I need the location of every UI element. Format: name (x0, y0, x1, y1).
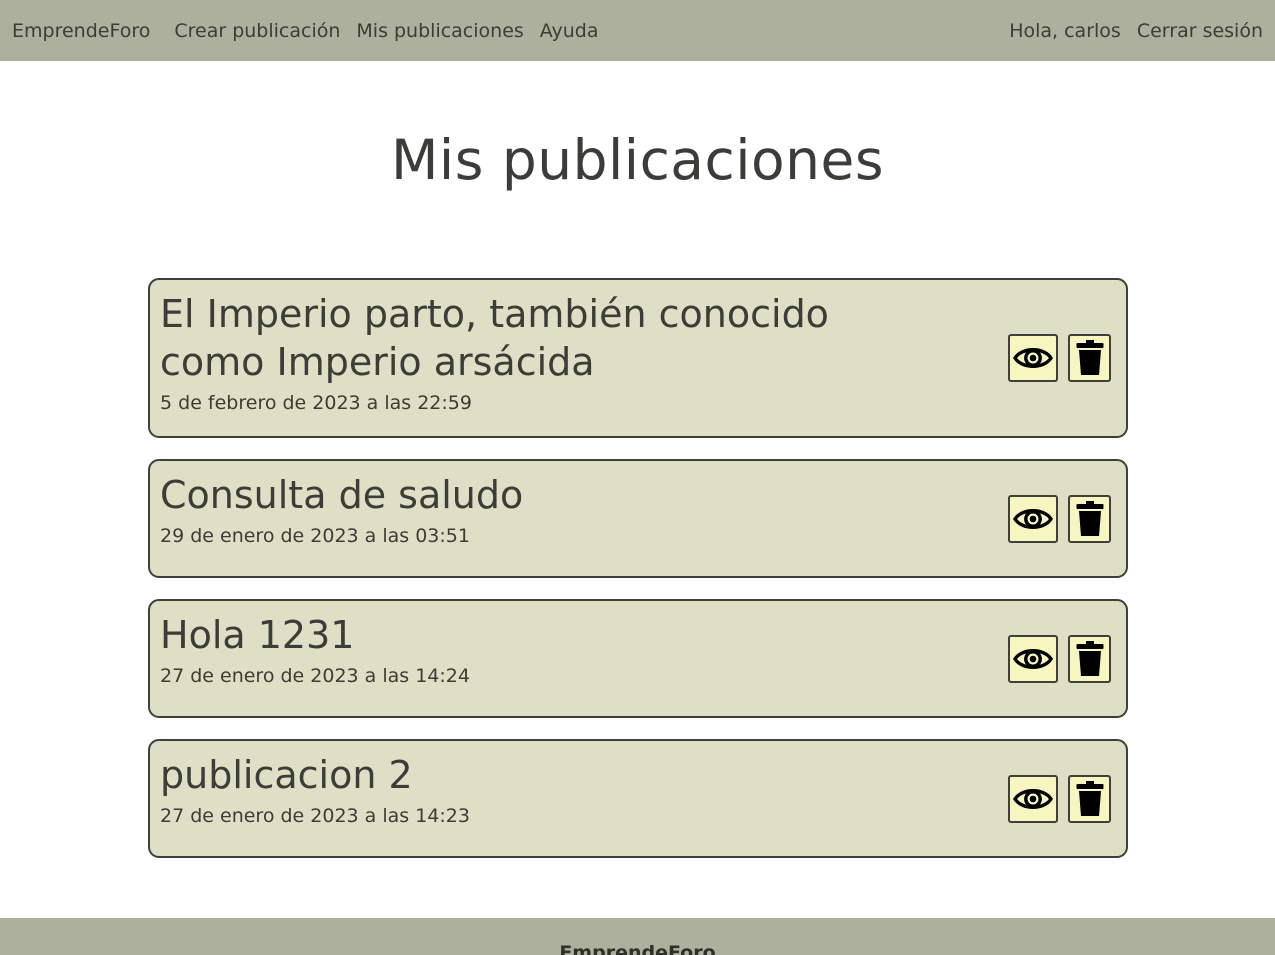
post-title: Hola 1231 (160, 613, 355, 657)
view-post-button[interactable] (1008, 494, 1058, 543)
trash-icon (1076, 340, 1103, 375)
eye-icon (1013, 508, 1053, 529)
nav-create-post[interactable]: Crear publicación (174, 20, 340, 42)
trash-icon (1076, 640, 1103, 676)
page-title: Mis publicaciones (390, 128, 885, 192)
nav-my-posts[interactable]: Mis publicaciones (356, 20, 523, 42)
post-date: 27 de enero de 2023 a las 14:24 (160, 665, 470, 687)
nav-help[interactable]: Ayuda (540, 20, 599, 42)
post-title: Consulta de saludo (160, 473, 524, 517)
view-post-button[interactable] (1008, 774, 1058, 823)
post-date: 5 de febrero de 2023 a las 22:59 (160, 392, 472, 414)
eye-icon (1013, 348, 1053, 368)
brand-link[interactable]: EmprendeForo (12, 20, 150, 42)
nav-left: EmprendeForo Crear publicación Mis publi… (12, 20, 615, 42)
trash-icon (1076, 780, 1103, 816)
eye-icon (1013, 788, 1053, 809)
post-date: 29 de enero de 2023 a las 03:51 (160, 525, 470, 547)
post-actions (1008, 494, 1111, 543)
trash-icon (1076, 500, 1103, 536)
post-date: 27 de enero de 2023 a las 14:23 (160, 805, 470, 827)
post-title: El Imperio parto, también conocido como … (160, 292, 829, 384)
navbar: EmprendeForo Crear publicación Mis publi… (0, 0, 1275, 61)
post-card: Consulta de saludo 29 de enero de 2023 a… (148, 459, 1128, 578)
post-card: publicacion 2 27 de enero de 2023 a las … (148, 739, 1128, 858)
logout-link[interactable]: Cerrar sesión (1137, 20, 1263, 42)
view-post-button[interactable] (1008, 634, 1058, 683)
delete-post-button[interactable] (1068, 774, 1111, 823)
user-greeting[interactable]: Hola, carlos (1009, 20, 1121, 42)
nav-right: Hola, carlos Cerrar sesión (1009, 20, 1263, 42)
post-actions (1008, 634, 1111, 683)
post-card: Hola 1231 27 de enero de 2023 a las 14:2… (148, 599, 1128, 718)
post-list: El Imperio parto, también conocido como … (148, 278, 1128, 879)
delete-post-button[interactable] (1068, 634, 1111, 683)
footer: EmprendeForo (0, 918, 1275, 955)
post-actions (1008, 774, 1111, 823)
delete-post-button[interactable] (1068, 334, 1111, 382)
post-actions (1008, 334, 1111, 382)
view-post-button[interactable] (1008, 334, 1058, 382)
post-card: El Imperio parto, también conocido como … (148, 278, 1128, 438)
eye-icon (1013, 648, 1053, 669)
post-title: publicacion 2 (160, 753, 413, 797)
footer-brand: EmprendeForo (559, 942, 716, 955)
delete-post-button[interactable] (1068, 494, 1111, 543)
